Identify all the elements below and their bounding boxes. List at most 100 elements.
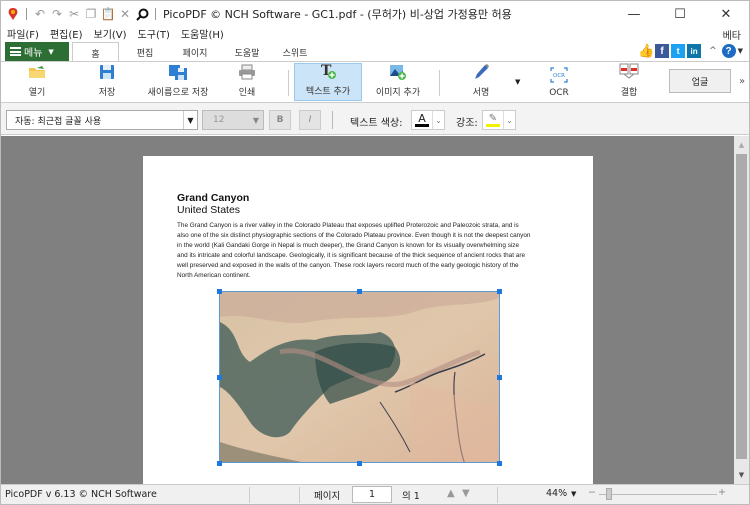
- scroll-up-icon[interactable]: ▲: [734, 138, 749, 152]
- print-label: 인쇄: [238, 88, 256, 98]
- copy-icon[interactable]: ❐: [84, 7, 98, 21]
- ocr-button[interactable]: OCR OCR: [539, 63, 579, 101]
- open-label: 열기: [28, 88, 46, 98]
- maximize-button[interactable]: ☐: [657, 1, 703, 27]
- add-image-button[interactable]: 이미지 추가: [363, 63, 433, 101]
- delete-icon[interactable]: ✕: [118, 7, 132, 21]
- facebook-icon[interactable]: f: [655, 44, 670, 58]
- separator: [332, 111, 333, 129]
- collapse-ribbon-icon[interactable]: ^: [709, 46, 717, 56]
- signature-button[interactable]: 서명: [457, 63, 505, 101]
- redo-icon[interactable]: ↷: [50, 7, 64, 21]
- zoom-slider-thumb[interactable]: [606, 488, 612, 500]
- text-color-button[interactable]: A: [412, 111, 432, 129]
- menu-file[interactable]: 파일(F): [7, 26, 39, 41]
- svg-text:OCR: OCR: [553, 73, 565, 79]
- upgrade-button[interactable]: 업글: [669, 69, 731, 93]
- scrollbar-thumb[interactable]: [736, 154, 747, 459]
- document-title[interactable]: Grand Canyon: [177, 192, 249, 204]
- paste-icon[interactable]: 📋: [101, 7, 116, 21]
- highlight-swatch: [486, 124, 500, 127]
- close-button[interactable]: ✕: [703, 1, 749, 27]
- resize-handle-nw[interactable]: [217, 289, 222, 294]
- merge-button[interactable]: 결합: [609, 63, 649, 101]
- print-button[interactable]: 인쇄: [227, 63, 267, 101]
- bold-button[interactable]: B: [269, 110, 291, 130]
- tab-page[interactable]: 페이지: [173, 42, 217, 62]
- font-size-select[interactable]: 12 ▼: [202, 110, 264, 130]
- previous-page-icon[interactable]: ▲: [447, 488, 455, 499]
- chevron-down-icon[interactable]: ⌄: [503, 111, 515, 129]
- window-controls: — ☐ ✕: [611, 1, 749, 27]
- ocr-icon: OCR: [549, 66, 569, 84]
- signature-dropdown-icon[interactable]: ▼: [515, 78, 520, 86]
- resize-handle-se[interactable]: [497, 461, 502, 466]
- resize-handle-e[interactable]: [497, 375, 502, 380]
- zoom-dropdown-icon[interactable]: ▼: [571, 490, 576, 498]
- highlight-color-picker[interactable]: ✎ ⌄: [482, 110, 516, 130]
- like-icon[interactable]: 👍: [638, 43, 654, 58]
- chevron-down-icon: ▼: [183, 111, 197, 129]
- document-body[interactable]: The Grand Canyon is a river valley in th…: [177, 221, 573, 282]
- resize-handle-ne[interactable]: [497, 289, 502, 294]
- body-line: The Grand Canyon is a river valley in th…: [177, 222, 519, 229]
- menu-view[interactable]: 보기(V): [94, 26, 127, 41]
- highlight-button[interactable]: ✎: [483, 111, 503, 129]
- document-subtitle[interactable]: United States: [177, 204, 240, 216]
- body-line: well preserved and exposed in the walls …: [177, 262, 519, 270]
- save-as-button[interactable]: 새이름으로 저장: [141, 63, 215, 101]
- chevron-down-icon[interactable]: ▼: [738, 47, 743, 55]
- menu-help[interactable]: 도움말(H): [181, 26, 224, 41]
- font-select-value: 자동: 최근접 글꼴 사용: [15, 116, 102, 127]
- zoom-out-button[interactable]: −: [588, 487, 596, 498]
- twitter-icon[interactable]: t: [671, 44, 686, 58]
- vertical-scrollbar[interactable]: ▲ ▼: [734, 136, 749, 484]
- cut-icon[interactable]: ✂: [67, 7, 81, 21]
- text-color-swatch: [415, 124, 429, 127]
- menu-tools[interactable]: 도구(T): [138, 26, 170, 41]
- open-folder-icon: [27, 63, 47, 81]
- add-text-button[interactable]: T 텍스트 추가: [294, 63, 362, 101]
- resize-handle-sw[interactable]: [217, 461, 222, 466]
- tab-edit[interactable]: 편집: [125, 42, 165, 62]
- text-color-picker[interactable]: A ⌄: [411, 110, 445, 130]
- minimize-button[interactable]: —: [611, 1, 657, 27]
- quick-access-toolbar: ↶ ↷ ✂ ❐ 📋 ✕: [1, 7, 159, 21]
- app-logo-icon[interactable]: [6, 7, 20, 21]
- pdf-page[interactable]: Grand Canyon United States The Grand Can…: [143, 156, 593, 484]
- status-bar: PicoPDF v 6.13 © NCH Software 페이지 1 의 1 …: [1, 484, 749, 504]
- page-label: 페이지: [314, 491, 341, 502]
- linkedin-icon[interactable]: in: [687, 44, 702, 58]
- app-window: ↶ ↷ ✂ ❐ 📋 ✕ PicoPDF © NCH Software - GC1…: [0, 0, 750, 505]
- signature-label: 서명: [472, 88, 490, 98]
- print-icon: [237, 63, 257, 81]
- tab-suite[interactable]: 스위트: [275, 42, 315, 62]
- help-icon[interactable]: ?: [721, 44, 736, 58]
- font-select[interactable]: 자동: 최근접 글꼴 사용 ▼: [6, 110, 198, 130]
- tab-help[interactable]: 도움말: [225, 42, 269, 62]
- add-image-icon: [388, 63, 408, 81]
- main-menu-button[interactable]: 메뉴 ▼: [5, 42, 69, 61]
- next-page-icon[interactable]: ▼: [462, 488, 470, 499]
- ribbon-more-icon[interactable]: »: [739, 76, 745, 87]
- body-line: and its intricate and colorful landscape…: [177, 252, 526, 260]
- document-workspace[interactable]: Grand Canyon United States The Grand Can…: [1, 136, 734, 484]
- resize-handle-s[interactable]: [357, 461, 362, 466]
- page-number-input[interactable]: 1: [352, 486, 392, 503]
- tab-home[interactable]: 홈: [72, 42, 119, 63]
- zoom-slider-track[interactable]: [599, 494, 717, 495]
- undo-icon[interactable]: ↶: [33, 7, 47, 21]
- zoom-in-button[interactable]: +: [718, 487, 726, 498]
- search-icon[interactable]: [135, 7, 149, 21]
- resize-handle-w[interactable]: [217, 375, 222, 380]
- page-number-value: 1: [368, 489, 376, 500]
- open-button[interactable]: 열기: [15, 63, 59, 101]
- scroll-down-icon[interactable]: ▼: [734, 468, 749, 482]
- menu-edit[interactable]: 편집(E): [50, 26, 83, 41]
- save-button[interactable]: 저장: [87, 63, 127, 101]
- canyon-image[interactable]: [219, 291, 500, 463]
- zoom-level[interactable]: 44%: [546, 488, 567, 499]
- italic-button[interactable]: I: [299, 110, 321, 130]
- chevron-down-icon[interactable]: ⌄: [432, 111, 444, 129]
- resize-handle-n[interactable]: [357, 289, 362, 294]
